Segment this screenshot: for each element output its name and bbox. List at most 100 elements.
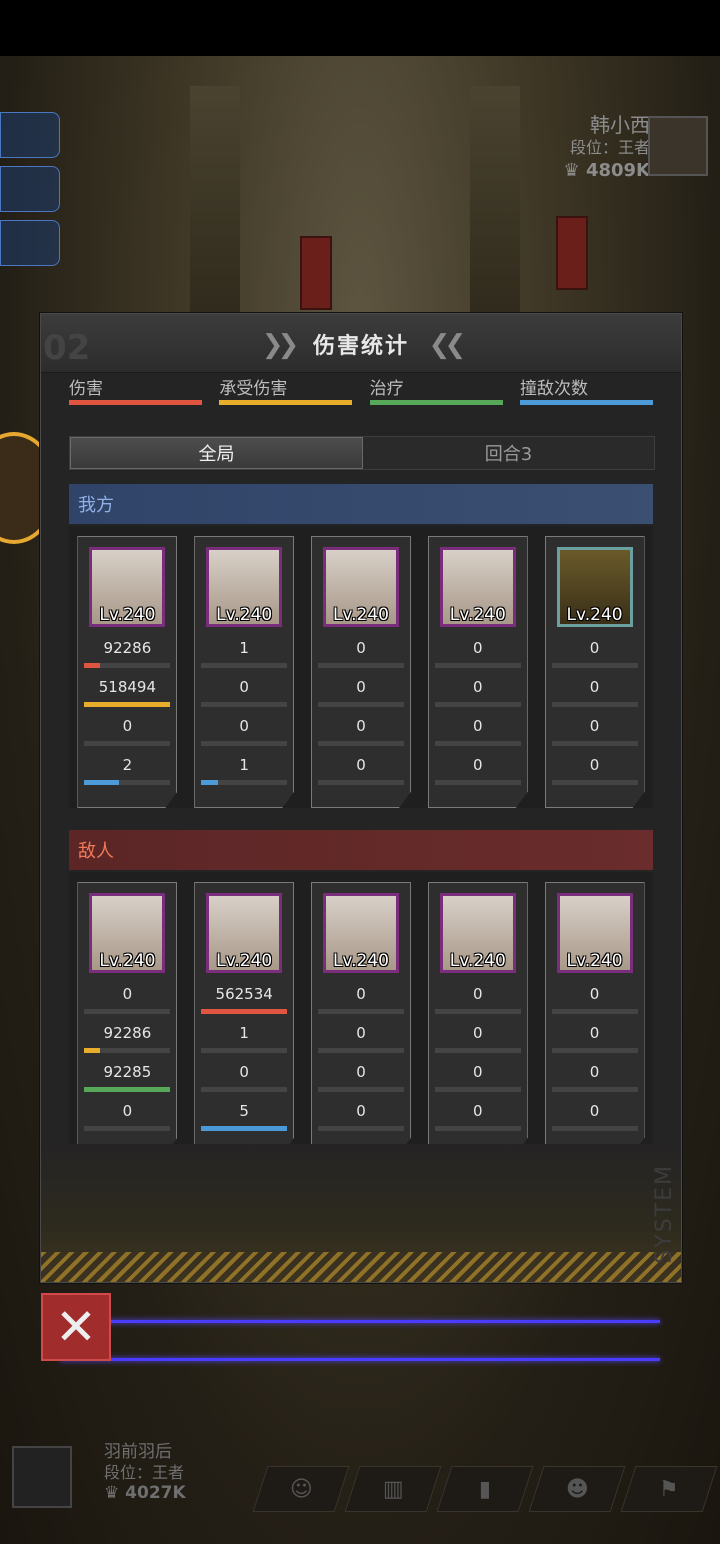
stat-value: 0 (239, 1063, 249, 1081)
stat-bar (201, 1009, 288, 1014)
legend-item: 承受伤害 (219, 374, 353, 405)
stat-bar (201, 702, 288, 707)
stat-entry: 562534 (201, 983, 288, 1014)
emote-button[interactable]: ☻ (528, 1466, 626, 1512)
hero-stat-card[interactable]: Lv.240 0 92286 92285 0 (77, 882, 178, 1154)
close-button[interactable]: ✕ (41, 1293, 111, 1361)
stat-value: 0 (122, 1102, 133, 1120)
stat-value: 0 (589, 1102, 600, 1120)
stat-value: 0 (473, 678, 483, 696)
stat-entry: 0 (434, 1022, 521, 1053)
close-icon: ✕ (55, 1298, 97, 1356)
stat-bar-fill (84, 663, 100, 668)
opponent-power: ♛ 4809K (563, 159, 650, 181)
stat-value: 0 (356, 717, 366, 735)
scope-tabs: 全局 回合3 (69, 436, 655, 470)
stat-bar (84, 663, 171, 668)
stat-bar (434, 780, 521, 785)
stat-value: 562534 (215, 985, 273, 1003)
stat-entry: 0 (551, 754, 638, 785)
enemy-team-header: 敌人 (69, 830, 653, 870)
stat-bar (317, 741, 404, 746)
stat-value: 0 (589, 639, 600, 657)
hazard-stripe (41, 1252, 681, 1282)
chevron-left-icon: ❮❮ (428, 330, 467, 360)
stat-entry: 0 (201, 676, 288, 707)
stat-entry: 92285 (84, 1061, 171, 1092)
stat-bar (434, 741, 521, 746)
stat-bar-fill (201, 780, 219, 785)
stat-entry: 0 (434, 715, 521, 746)
stat-value: 0 (589, 1024, 600, 1042)
hero-stat-card[interactable]: Lv.240 92286 518494 0 2 (77, 536, 178, 808)
hero-level: Lv.240 (332, 605, 390, 625)
stat-value: 0 (356, 678, 366, 696)
stat-bar (84, 702, 171, 707)
stat-bar (434, 1087, 521, 1092)
stat-value: 0 (356, 1102, 366, 1120)
hero-stat-card[interactable]: Lv.240 1 0 0 1 (194, 536, 295, 808)
legend-color-bar (519, 400, 653, 405)
side-slot[interactable] (0, 112, 60, 158)
stat-value: 0 (589, 717, 600, 735)
hero-level: Lv.240 (216, 951, 273, 971)
stat-bar (201, 1048, 288, 1053)
legend-item: 撞敌次数 (519, 374, 653, 405)
stat-entry: 0 (551, 1061, 638, 1092)
side-slot[interactable] (0, 220, 60, 266)
stat-value: 0 (122, 985, 133, 1003)
item-button[interactable]: ▮ (436, 1466, 534, 1512)
stat-bar (434, 1126, 521, 1131)
hero-stat-card[interactable]: Lv.240 0 0 0 0 (544, 536, 645, 808)
hero-stat-card[interactable]: Lv.240 0 0 0 0 (427, 536, 528, 808)
stat-entry: 0 (317, 1022, 404, 1053)
player-avatar[interactable] (12, 1446, 72, 1508)
stat-entry: 0 (434, 637, 521, 668)
stat-entry: 0 (201, 715, 288, 746)
stat-entry: 0 (551, 983, 638, 1014)
stat-bar-fill (84, 1087, 171, 1092)
stat-entry: 0 (84, 715, 171, 746)
stat-value: 0 (473, 1024, 483, 1042)
hero-stat-card[interactable]: Lv.240 0 0 0 0 (310, 536, 411, 808)
stat-value: 0 (356, 639, 366, 657)
dialog-title: ❯❯ 伤害统计 ❮❮ (41, 328, 681, 360)
stat-value: 92286 (103, 1024, 152, 1042)
stat-bar (201, 1126, 288, 1131)
legend-color-bar (69, 400, 202, 405)
stat-entry: 5 (201, 1100, 288, 1131)
stat-entry: 92286 (84, 1022, 171, 1053)
bottle-icon: ▮ (478, 1476, 492, 1502)
hero-stat-card[interactable]: Lv.240 562534 1 0 5 (194, 882, 295, 1154)
stat-entry: 0 (551, 715, 638, 746)
side-slot[interactable] (0, 166, 60, 212)
stat-value: 0 (589, 985, 600, 1003)
tab-overall[interactable]: 全局 (70, 437, 363, 469)
tab-round[interactable]: 回合3 (363, 437, 654, 469)
legend-item: 伤害 (69, 374, 202, 405)
stat-legend: 伤害 承受伤害 治疗 撞敌次数 (69, 374, 653, 405)
hero-level: Lv.240 (99, 951, 156, 971)
team-button[interactable]: ☺ (252, 1466, 350, 1512)
stat-entry: 0 (84, 1100, 171, 1131)
hero-stat-card[interactable]: Lv.240 0 0 0 0 (427, 882, 528, 1154)
stat-bar-fill (84, 702, 171, 707)
hero-stat-card[interactable]: Lv.240 0 0 0 0 (544, 882, 645, 1154)
stat-bar (551, 1126, 638, 1131)
stat-value: 0 (473, 985, 483, 1003)
stat-bar (317, 1048, 404, 1053)
hero-stat-card[interactable]: Lv.240 0 0 0 0 (310, 882, 411, 1154)
stat-bar (551, 1009, 638, 1014)
opponent-avatar[interactable] (648, 116, 708, 176)
stat-value: 0 (473, 1102, 483, 1120)
stat-value: 518494 (98, 678, 157, 696)
stat-entry: 0 (434, 983, 521, 1014)
stat-value: 0 (473, 756, 483, 774)
stat-bar (84, 1009, 171, 1014)
stat-entry: 0 (434, 1100, 521, 1131)
stat-bar (201, 780, 288, 785)
stats-button[interactable]: ▥ (344, 1466, 442, 1512)
stat-bar (84, 1126, 171, 1131)
surrender-button[interactable]: ⚑ (620, 1466, 718, 1512)
stat-value: 0 (239, 678, 249, 696)
